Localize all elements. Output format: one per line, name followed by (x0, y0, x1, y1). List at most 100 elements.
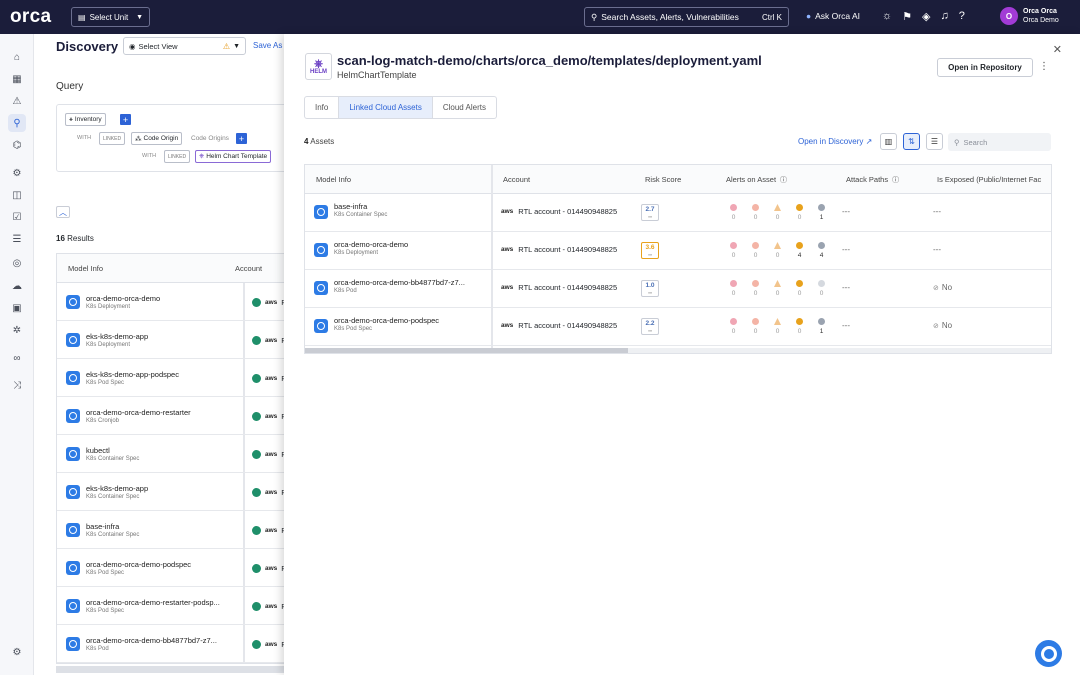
save-as-button[interactable]: Save As (253, 41, 282, 50)
dashboard-icon[interactable]: ⌂ (8, 48, 26, 66)
help-icon[interactable]: ? (959, 10, 965, 23)
database-icon[interactable]: ◎ (8, 254, 26, 272)
alerts-summary[interactable]: 0 0 0 0 0 (729, 280, 826, 297)
column-header-is-exposed[interactable]: Is Exposed (Public/Internet Fac (937, 165, 1041, 194)
table-row[interactable]: eks-k8s-demo-appK8s DeploymentawsRTL (57, 321, 284, 359)
column-header-risk-score[interactable]: Risk Score (645, 165, 681, 194)
vulnerabilities-icon[interactable]: ◫ (8, 186, 26, 204)
panel-search-input[interactable]: ⚲ Search (948, 133, 1051, 151)
cloud-icon[interactable]: ☁ (8, 277, 26, 295)
inventory-icon[interactable]: ▦ (8, 70, 26, 88)
ask-orca-ai-button[interactable]: ● Ask Orca AI (806, 11, 860, 21)
checklist-icon[interactable]: ☑ (8, 208, 26, 226)
asset-title[interactable]: orca-demo-orca-demo (334, 240, 484, 249)
column-header-model-info[interactable]: Model Info (316, 165, 351, 194)
table-row[interactable]: orca-demo-orca-demo-bb4877bd7-z7... K8s P… (57, 625, 284, 663)
announcement-icon[interactable]: ◈ (922, 10, 930, 23)
table-row[interactable]: base-infraK8s Container SpecawsRTL (57, 511, 284, 549)
tab-cloud-alerts[interactable]: Cloud Alerts (433, 97, 496, 118)
compliance-icon[interactable]: ⚙ (8, 164, 26, 182)
alerts-summary[interactable]: 0 0 0 0 1 (729, 318, 826, 335)
table-row[interactable]: orca-demo-orca-demo-podspec K8s Pod Spec a… (305, 308, 1051, 346)
row-title[interactable]: orca-demo-orca-demo-podspec (86, 560, 236, 569)
add-condition-button[interactable]: + (120, 114, 131, 125)
integrations-icon[interactable]: ∞ (8, 349, 26, 367)
theme-icon[interactable]: ☼ (882, 10, 892, 23)
graph-icon[interactable]: ⌬ (8, 136, 26, 154)
row-type: K8s Pod Spec (86, 569, 125, 576)
table-row[interactable]: orca-demo-orca-demoK8s DeploymentawsRTL (57, 283, 284, 321)
settings-gear-icon[interactable]: ⚙ (8, 643, 26, 661)
alerts-summary[interactable]: 0 0 0 4 4 (729, 242, 826, 259)
linked-chip[interactable]: LINKED (164, 150, 191, 163)
table-row[interactable]: base-infra K8s Container Spec aws RTL accou… (305, 194, 1051, 232)
query-chip-inventory[interactable]: ⚹ Inventory (65, 113, 106, 126)
table-row[interactable]: orca-demo-orca-demo-podspec K8s Pod Spec a… (57, 549, 284, 587)
table-row[interactable]: kubectlK8s Container SpecawsRTL (57, 435, 284, 473)
table-row[interactable]: orca-demo-orca-demo K8s Deployment aws RTL … (305, 232, 1051, 270)
tab-linked-cloud-assets[interactable]: Linked Cloud Assets (339, 97, 433, 118)
query-chip-helm-chart-template[interactable]: ⎈ Helm Chart Template (195, 150, 272, 163)
row-title[interactable]: eks-k8s-demo-app (86, 332, 236, 341)
k8s-asset-icon (66, 446, 80, 461)
row-title[interactable]: orca-demo-orca-demo-restarter-podsp... (86, 598, 236, 607)
select-view-dropdown[interactable]: ◉ Select View ⚠ ▼ (123, 37, 246, 55)
asset-title[interactable]: orca-demo-orca-demo-bb4877bd7-z7... (334, 278, 484, 287)
row-title[interactable]: eks-k8s-demo-app (86, 484, 236, 493)
collapse-query-button[interactable]: ︿ (56, 206, 70, 218)
table-row[interactable]: orca-demo-orca-demo-bb4877bd7-z7... K8s P… (305, 270, 1051, 308)
column-header-account[interactable]: Account (503, 165, 530, 194)
column-header-alerts-on-asset[interactable]: Alerts on Asset ⓘ (726, 165, 787, 194)
select-unit-button[interactable]: ▤ Select Unit ▼ (71, 7, 150, 27)
row-title[interactable]: base-infra (86, 522, 236, 531)
table-row[interactable]: eks-k8s-demo-appK8s Container SpecawsRTL (57, 473, 284, 511)
automations-icon[interactable]: ⤨ (8, 376, 26, 394)
kubernetes-icon[interactable]: ✲ (8, 321, 26, 339)
horizontal-scrollbar[interactable] (56, 666, 284, 673)
asset-title[interactable]: base-infra (334, 202, 484, 211)
user-menu[interactable]: O Orca Orca Orca Demo (1000, 7, 1059, 25)
results-number: 16 (56, 234, 65, 243)
row-title[interactable]: kubectl (86, 446, 236, 455)
open-in-repository-button[interactable]: Open in Repository (937, 58, 1033, 77)
assistant-fab-button[interactable] (1035, 640, 1062, 667)
filter-button[interactable]: ☰ (926, 133, 943, 150)
column-header-model-info[interactable]: Model Info (68, 264, 103, 273)
table-row[interactable]: orca-demo-orca-demo-restarter-podsp... K8… (57, 587, 284, 625)
column-header-attack-paths[interactable]: Attack Paths ⓘ (846, 165, 899, 194)
row-title[interactable]: orca-demo-orca-demo-restarter (86, 408, 236, 417)
risk-score-badge[interactable]: 2.2 ▪▪▪▪ (641, 318, 659, 335)
more-options-icon[interactable]: ⋮ (1039, 61, 1049, 72)
linked-chip[interactable]: LINKED (99, 132, 126, 145)
orca-logo[interactable]: orca (10, 6, 62, 28)
asset-title[interactable]: orca-demo-orca-demo-podspec (334, 316, 484, 325)
sort-button[interactable]: ⇅ (903, 133, 920, 150)
query-chip-code-origin[interactable]: ⁂ Code Origin (131, 132, 183, 145)
row-title[interactable]: orca-demo-orca-demo-bb4877bd7-z7... (86, 636, 236, 645)
risk-score-badge[interactable]: 1.0 ▪▪▪▪ (641, 280, 659, 297)
table-row[interactable]: orca-demo-orca-demo-restarter K8s Cronjob… (57, 397, 284, 435)
global-search-input[interactable]: ⚲ Search Assets, Alerts, Vulnerabilities… (584, 7, 789, 27)
sidebar: ⌂ ▦ ⚠ ⚲ ⌬ ⚙ ◫ ☑ ☰ ◎ ☁ ▣ ✲ ∞ ⤨ ⚙ (0, 34, 34, 675)
alerts-summary[interactable]: 0 0 0 0 1 (729, 204, 826, 221)
row-title[interactable]: orca-demo-orca-demo (86, 294, 236, 303)
tab-info[interactable]: Info (305, 97, 340, 118)
columns-button[interactable]: ▥ (880, 133, 897, 150)
add-condition-button[interactable]: + (236, 133, 247, 144)
risk-score-badge[interactable]: 2.7 ▪▪▪▪ (641, 204, 659, 221)
column-header-account[interactable]: Account (235, 264, 262, 273)
notification-bell-icon[interactable]: ♫ (940, 10, 948, 23)
open-in-discovery-link[interactable]: Open in Discovery ↗ (798, 137, 872, 146)
helm-icon-label: HELM (310, 68, 327, 75)
discovery-icon[interactable]: ⚲ (8, 114, 26, 132)
alerts-icon[interactable]: ⚠ (8, 92, 26, 110)
scrollbar-thumb[interactable] (305, 348, 628, 353)
flag-icon[interactable]: ⚑ (902, 10, 912, 23)
row-title[interactable]: eks-k8s-demo-app-podspec (86, 370, 236, 379)
shift-left-icon[interactable]: ▣ (8, 299, 26, 317)
table-horizontal-scrollbar[interactable] (305, 348, 1051, 353)
close-icon[interactable]: ✕ (1053, 43, 1062, 56)
reports-icon[interactable]: ☰ (8, 230, 26, 248)
risk-score-badge[interactable]: 3.6 ▪▪▪▪ (641, 242, 659, 259)
table-row[interactable]: eks-k8s-demo-app-podspecK8s Pod SpecawsR… (57, 359, 284, 397)
